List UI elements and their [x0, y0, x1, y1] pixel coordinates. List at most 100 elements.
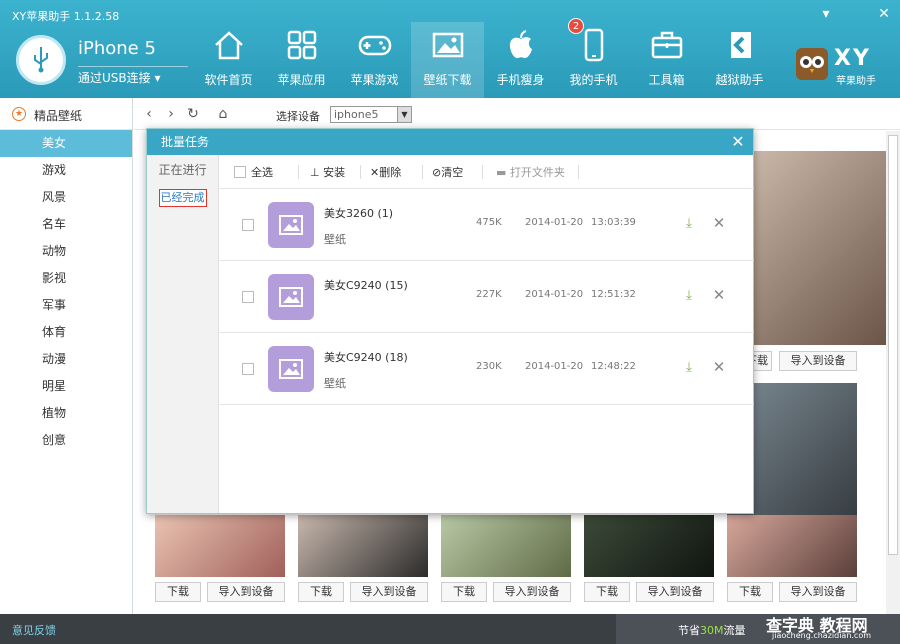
task-time: 12:48:22 [591, 361, 636, 372]
nav-home[interactable]: 软件首页 [192, 22, 265, 98]
toolbox-icon [651, 31, 683, 59]
gallery-scrollbar[interactable] [886, 131, 900, 614]
row-checkbox[interactable] [242, 291, 254, 303]
download-icon[interactable]: ⤓ [682, 361, 696, 375]
nav-jailbreak[interactable]: 越狱助手 [703, 22, 776, 98]
task-time: 12:51:32 [591, 289, 636, 300]
minimize-button[interactable]: ▾ [818, 6, 834, 22]
nav-wallpaper[interactable]: 壁纸下载 [411, 22, 484, 98]
sidebar-heading: ★ 精品壁纸 [0, 98, 132, 130]
sidebar-item-games[interactable]: 游戏 [0, 157, 132, 184]
delete-button[interactable]: ✕删除 [370, 164, 401, 180]
device-select[interactable]: iphone5 ▼ [330, 106, 412, 123]
sidebar-item-anime[interactable]: 动漫 [0, 346, 132, 373]
tab-running[interactable]: 正在进行 [147, 155, 218, 185]
chevron-down-icon: ▼ [397, 107, 411, 122]
app-header: XY苹果助手 1.1.2.58 ▾ ✕ iPhone 5 通过USB连接 ▾ 软… [0, 0, 900, 98]
sidebar-item-film[interactable]: 影视 [0, 265, 132, 292]
download-button[interactable]: 下载 [298, 582, 344, 602]
import-button[interactable]: 导入到设备 [779, 582, 857, 602]
jailbreak-icon [731, 32, 751, 58]
task-date: 2014-01-20 [525, 361, 584, 372]
wallpaper-thumb[interactable] [441, 515, 571, 577]
image-file-icon [268, 202, 314, 248]
nav-toolbox[interactable]: 工具箱 [630, 22, 703, 98]
task-row[interactable]: 美女C9240 (18) 壁纸 230K 2014-01-20 12:48:22… [220, 333, 754, 405]
app-title: XY苹果助手 1.1.2.58 [12, 10, 120, 23]
wallpaper-thumb[interactable] [155, 515, 285, 577]
download-icon[interactable]: ⤓ [682, 217, 696, 231]
nav-slim[interactable]: 手机瘦身 [484, 22, 557, 98]
back-icon[interactable]: ‹ [140, 105, 158, 123]
sidebar-item-plants[interactable]: 植物 [0, 400, 132, 427]
download-button[interactable]: 下载 [441, 582, 487, 602]
task-row[interactable]: 美女3260 (1) 壁纸 475K 2014-01-20 13:03:39 ⤓… [220, 189, 754, 261]
download-button[interactable]: 下载 [155, 582, 201, 602]
import-button[interactable]: 导入到设备 [636, 582, 714, 602]
feedback-link[interactable]: 意见反馈 [12, 622, 56, 638]
task-size: 475K [476, 217, 502, 228]
forward-icon[interactable]: › [162, 105, 180, 123]
sidebar-item-animals[interactable]: 动物 [0, 238, 132, 265]
wallpaper-thumb[interactable] [298, 515, 428, 577]
sidebar-item-scenery[interactable]: 风景 [0, 184, 132, 211]
checkbox-icon [234, 166, 246, 178]
home-small-icon[interactable]: ⌂ [214, 105, 232, 123]
nav-apps[interactable]: 苹果应用 [265, 22, 338, 98]
wallpaper-thumb[interactable] [754, 151, 886, 345]
sidebar-item-beauty[interactable]: 美女 [0, 130, 132, 157]
dialog-title: 批量任务 ✕ [147, 129, 753, 155]
close-icon[interactable]: ✕ [729, 133, 747, 151]
install-icon: ⊥ [310, 166, 320, 179]
clear-button[interactable]: ⊘清空 [432, 164, 463, 180]
import-button[interactable]: 导入到设备 [207, 582, 285, 602]
brand-logo: XY 苹果助手 [792, 44, 892, 88]
import-button[interactable]: 导入到设备 [493, 582, 571, 602]
row-checkbox[interactable] [242, 219, 254, 231]
owl-logo-icon [796, 48, 828, 80]
clear-icon: ⊘ [432, 166, 442, 179]
row-checkbox[interactable] [242, 363, 254, 375]
task-date: 2014-01-20 [525, 289, 584, 300]
remove-icon[interactable]: ✕ [712, 360, 726, 375]
apple-icon [509, 30, 532, 59]
import-button[interactable]: 导入到设备 [350, 582, 428, 602]
sidebar-item-sports[interactable]: 体育 [0, 319, 132, 346]
sidebar-item-cars[interactable]: 名车 [0, 211, 132, 238]
download-button[interactable]: 下载 [584, 582, 630, 602]
sidebar-item-military[interactable]: 军事 [0, 292, 132, 319]
task-time: 13:03:39 [591, 217, 636, 228]
refresh-icon[interactable]: ↻ [184, 105, 202, 123]
task-name: 美女C9240 (15) [324, 279, 408, 292]
star-icon: ★ [12, 107, 26, 121]
image-icon [432, 32, 464, 58]
nav-games[interactable]: 苹果游戏 [338, 22, 411, 98]
select-all-checkbox[interactable]: 全选 [234, 164, 273, 180]
task-row[interactable]: 美女C9240 (15) 227K 2014-01-20 12:51:32 ⤓ … [220, 261, 754, 333]
import-button[interactable]: 导入到设备 [779, 351, 857, 371]
wallpaper-thumb[interactable] [584, 515, 714, 577]
device-name: iPhone 5 [78, 38, 156, 59]
image-file-icon [268, 274, 314, 320]
folder-icon: ▬ [496, 166, 507, 179]
device-connection-dropdown[interactable]: 通过USB连接 ▾ [78, 66, 188, 86]
remove-icon[interactable]: ✕ [712, 216, 726, 231]
open-folder-button[interactable]: ▬ 打开文件夹 [496, 164, 565, 180]
remove-icon[interactable]: ✕ [712, 288, 726, 303]
download-icon[interactable]: ⤓ [682, 289, 696, 303]
divider [578, 165, 579, 179]
download-button[interactable]: 下载 [727, 582, 773, 602]
scrollbar-thumb[interactable] [888, 135, 898, 555]
install-button[interactable]: ⊥ 安装 [310, 164, 345, 180]
divider [422, 165, 423, 179]
tab-completed[interactable]: 已经完成 [158, 189, 207, 207]
close-window-button[interactable]: ✕ [876, 6, 892, 22]
main-nav: 软件首页 苹果应用 苹果游戏 壁纸下载 手机瘦身 我的手机 工具箱 越狱助手 [192, 22, 776, 98]
nav-my-phone[interactable]: 我的手机 [557, 22, 630, 98]
task-size: 230K [476, 361, 502, 372]
sidebar-item-stars[interactable]: 明星 [0, 373, 132, 400]
wallpaper-thumb[interactable] [727, 515, 857, 577]
task-name: 美女3260 (1) [324, 207, 394, 220]
sidebar-item-creative[interactable]: 创意 [0, 427, 132, 454]
task-category: 壁纸 [324, 233, 346, 246]
